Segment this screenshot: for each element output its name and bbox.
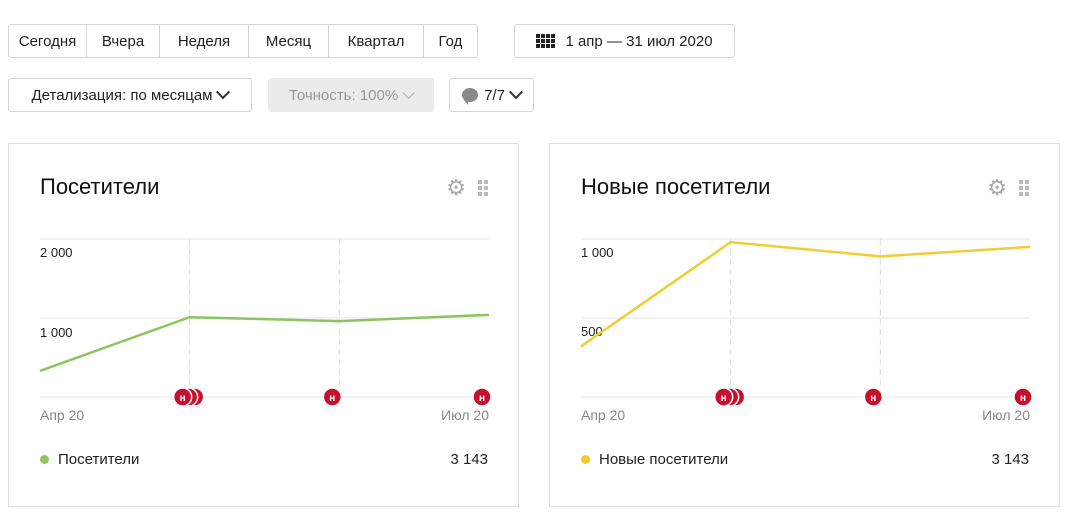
annotation-marker[interactable]: н xyxy=(1013,387,1033,407)
legend-item[interactable]: Посетители xyxy=(40,451,139,468)
y-tick-label: 500 xyxy=(581,324,603,339)
marker-label: н xyxy=(329,393,335,404)
series-line xyxy=(39,313,490,373)
annotations-dropdown[interactable]: 7/7 xyxy=(449,78,534,112)
annotation-marker[interactable]: н xyxy=(472,387,492,407)
legend-dot xyxy=(581,455,590,464)
period-button-quarter[interactable]: Квартал xyxy=(328,24,424,58)
x-tick-label: Апр 20 xyxy=(581,407,625,423)
chevron-down-icon xyxy=(216,85,231,100)
legend-label: Новые посетители xyxy=(599,451,729,468)
period-button-today[interactable]: Сегодня xyxy=(8,24,87,58)
date-range-button[interactable]: 1 апр — 31 июл 2020 xyxy=(514,24,735,58)
marker-label: н xyxy=(180,393,186,404)
chevron-down-icon xyxy=(508,85,523,100)
x-tick-label: Июл 20 xyxy=(982,407,1030,423)
annotation-marker[interactable]: н xyxy=(863,387,884,407)
date-range-label: 1 апр — 31 июл 2020 xyxy=(565,32,713,50)
marker-label: н xyxy=(721,393,727,404)
y-tick-label: 1 000 xyxy=(40,325,73,340)
period-button-yesterday[interactable]: Вчера xyxy=(86,24,160,58)
calendar-icon xyxy=(536,34,556,48)
x-tick-label: Июл 20 xyxy=(441,407,489,423)
accuracy-dropdown: Точность: 100% xyxy=(268,78,434,112)
detail-dropdown-label: Детализация: по месяцам xyxy=(31,86,213,104)
legend-item[interactable]: Новые посетители xyxy=(581,451,728,468)
series-line xyxy=(580,240,1031,348)
new-visitors-chart: 1 000 500 Апр 20 Июл 20 н н н xyxy=(580,238,1033,423)
total-value: 3 143 xyxy=(450,451,488,468)
period-button-year[interactable]: Год xyxy=(423,24,478,58)
annotation-marker[interactable]: н xyxy=(172,387,193,407)
detail-dropdown[interactable]: Детализация: по месяцам xyxy=(8,78,252,112)
legend-label: Посетители xyxy=(58,451,140,468)
new-visitors-widget: Новые посетители ⚙ 1 000 500 Апр 20 Июл … xyxy=(549,143,1060,507)
comment-icon xyxy=(462,88,479,105)
y-tick-label: 2 000 xyxy=(40,245,73,260)
marker-label: н xyxy=(479,393,485,404)
total-value: 3 143 xyxy=(991,451,1029,468)
marker-label: н xyxy=(1020,393,1026,404)
visitors-widget: Посетители ⚙ 2 000 1 000 Апр 20 Июл 20 н… xyxy=(8,143,519,507)
period-button-month[interactable]: Месяц xyxy=(248,24,329,58)
x-tick-label: Апр 20 xyxy=(40,407,84,423)
annotations-dropdown-label: 7/7 xyxy=(484,86,505,104)
visitors-chart: 2 000 1 000 Апр 20 Июл 20 н н н xyxy=(39,238,492,423)
period-button-group: Сегодня Вчера Неделя Месяц Квартал Год xyxy=(8,24,478,58)
period-button-week[interactable]: Неделя xyxy=(159,24,249,58)
marker-label: н xyxy=(870,393,876,404)
annotation-marker[interactable]: н xyxy=(322,387,343,407)
chevron-down-icon xyxy=(402,85,416,99)
accuracy-dropdown-label: Точность: 100% xyxy=(288,86,399,104)
annotation-marker[interactable]: н xyxy=(713,387,734,407)
y-tick-label: 1 000 xyxy=(581,245,614,260)
legend-dot xyxy=(40,455,49,464)
